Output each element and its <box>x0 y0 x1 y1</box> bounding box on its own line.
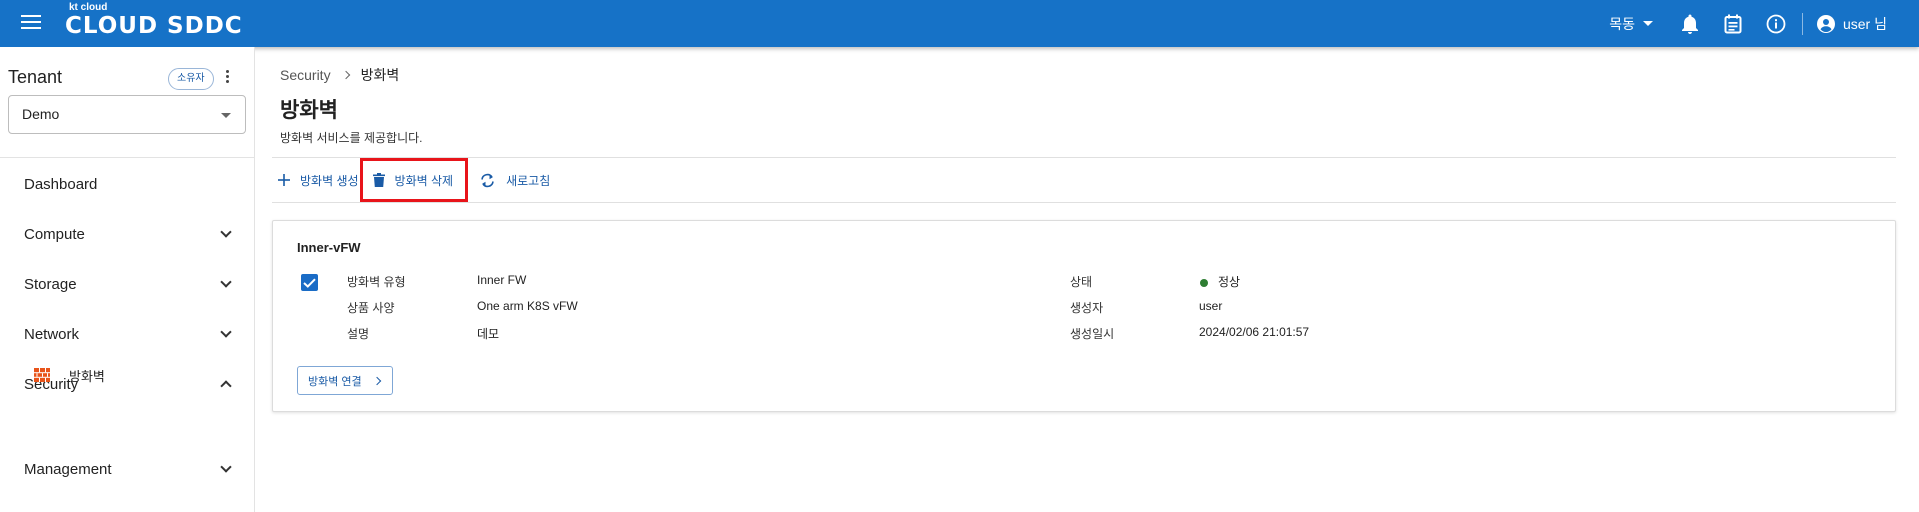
page-description: 방화벽 서비스를 제공합니다. <box>280 131 423 145</box>
bell-icon[interactable] <box>1679 13 1701 35</box>
sidebar-item-label: Dashboard <box>24 175 98 193</box>
sidebar-item-storage[interactable]: Storage <box>24 269 234 299</box>
status-dot <box>1200 279 1208 287</box>
field-value-status: 정상 <box>1218 275 1241 289</box>
chevron-down-icon <box>220 325 232 338</box>
chevron-right-icon <box>372 376 381 385</box>
region-label: 목동 <box>1609 15 1635 32</box>
divider <box>1801 12 1803 35</box>
sidebar-item-label: Storage <box>24 275 77 293</box>
field-label-type: 방화벽 유형 <box>347 275 406 289</box>
chevron-up-icon <box>220 380 232 392</box>
owner-badge: 소유자 <box>168 68 214 90</box>
tenant-select[interactable]: Demo <box>8 95 246 134</box>
sidebar-item-dashboard[interactable]: Dashboard <box>24 169 234 199</box>
calendar-icon[interactable] <box>1722 13 1744 35</box>
sidebar: Tenant 소유자 Demo Dashboard Compute Storag… <box>0 47 255 512</box>
delete-firewall-label: 방화벽 삭제 <box>394 173 454 188</box>
chevron-down-icon <box>220 225 232 238</box>
refresh-button[interactable]: 새로고침 <box>479 166 550 194</box>
field-value-created-at: 2024/02/06 21:01:57 <box>1199 325 1310 339</box>
sidebar-item-label: Management <box>24 460 112 478</box>
tenant-title: Tenant <box>8 67 63 87</box>
field-label-creator: 생성자 <box>1070 301 1104 315</box>
user-label: user 님 <box>1842 15 1887 32</box>
menu-icon[interactable] <box>21 15 41 31</box>
create-firewall-label: 방화벽 생성 <box>300 173 359 188</box>
refresh-icon <box>481 173 494 187</box>
sidebar-item-label: Compute <box>24 225 85 243</box>
sidebar-divider <box>0 157 254 158</box>
user-menu[interactable]: user 님 <box>1816 14 1887 34</box>
create-firewall-button[interactable]: 방화벽 생성 <box>278 166 359 194</box>
chevron-down-icon <box>220 275 232 288</box>
page-title: 방화벽 <box>280 99 338 122</box>
chevron-down-icon <box>220 460 232 473</box>
trash-icon <box>372 173 385 187</box>
refresh-label: 새로고침 <box>506 173 551 188</box>
firewall-name: Inner-vFW <box>297 240 361 255</box>
chevron-right-icon <box>341 70 350 80</box>
logo[interactable]: kt cloud CLOUD SDDC <box>65 2 243 40</box>
sidebar-item-compute[interactable]: Compute <box>24 219 234 249</box>
tenant-selected-value: Demo <box>22 106 60 122</box>
sidebar-item-network[interactable]: Network <box>24 319 234 349</box>
firewall-card[interactable]: Inner-vFW 방화벽 유형 Inner FW 상품 사양 One arm … <box>272 220 1896 412</box>
field-label-spec: 상품 사양 <box>347 301 395 315</box>
select-checkbox[interactable] <box>301 274 318 291</box>
delete-firewall-button[interactable]: 방화벽 삭제 <box>359 158 469 202</box>
caret-down-icon <box>221 113 231 118</box>
sidebar-subitem-label: 방화벽 <box>69 368 105 384</box>
firewall-icon <box>34 368 50 382</box>
divider <box>272 202 1896 203</box>
connect-firewall-button[interactable]: 방화벽 연결 <box>297 366 393 395</box>
field-label-status: 상태 <box>1070 275 1093 289</box>
field-value-creator: user <box>1199 299 1223 313</box>
logo-main-text: CLOUD SDDC <box>65 13 243 39</box>
toolbar: 방화벽 생성 방화벽 삭제 새로고침 <box>278 158 550 202</box>
check-icon <box>303 277 316 288</box>
account-circle-icon <box>1816 14 1835 33</box>
region-select[interactable]: 목동 <box>1609 14 1653 34</box>
field-value-type: Inner FW <box>477 273 527 287</box>
connect-firewall-label: 방화벽 연결 <box>308 375 362 388</box>
breadcrumb-security[interactable]: Security <box>280 67 331 83</box>
field-label-created-at: 생성일시 <box>1070 327 1115 341</box>
logo-small-text: kt cloud <box>69 2 108 13</box>
field-value-spec: One arm K8S vFW <box>477 299 578 313</box>
more-vert-icon[interactable] <box>224 70 230 86</box>
field-value-description: 데모 <box>477 327 500 341</box>
sidebar-item-management[interactable]: Management <box>24 454 234 484</box>
divider <box>272 157 1896 158</box>
sidebar-subitem-firewall[interactable]: 방화벽 <box>34 364 105 386</box>
caret-down-icon <box>1642 21 1653 26</box>
plus-icon <box>278 174 290 186</box>
top-app-bar: kt cloud CLOUD SDDC 목동 user 님 <box>0 0 1919 47</box>
sidebar-item-label: Network <box>24 325 80 343</box>
info-icon[interactable] <box>1765 13 1787 35</box>
field-label-description: 설명 <box>347 327 370 341</box>
breadcrumb-current: 방화벽 <box>360 67 400 83</box>
breadcrumb: Security 방화벽 <box>280 65 399 85</box>
